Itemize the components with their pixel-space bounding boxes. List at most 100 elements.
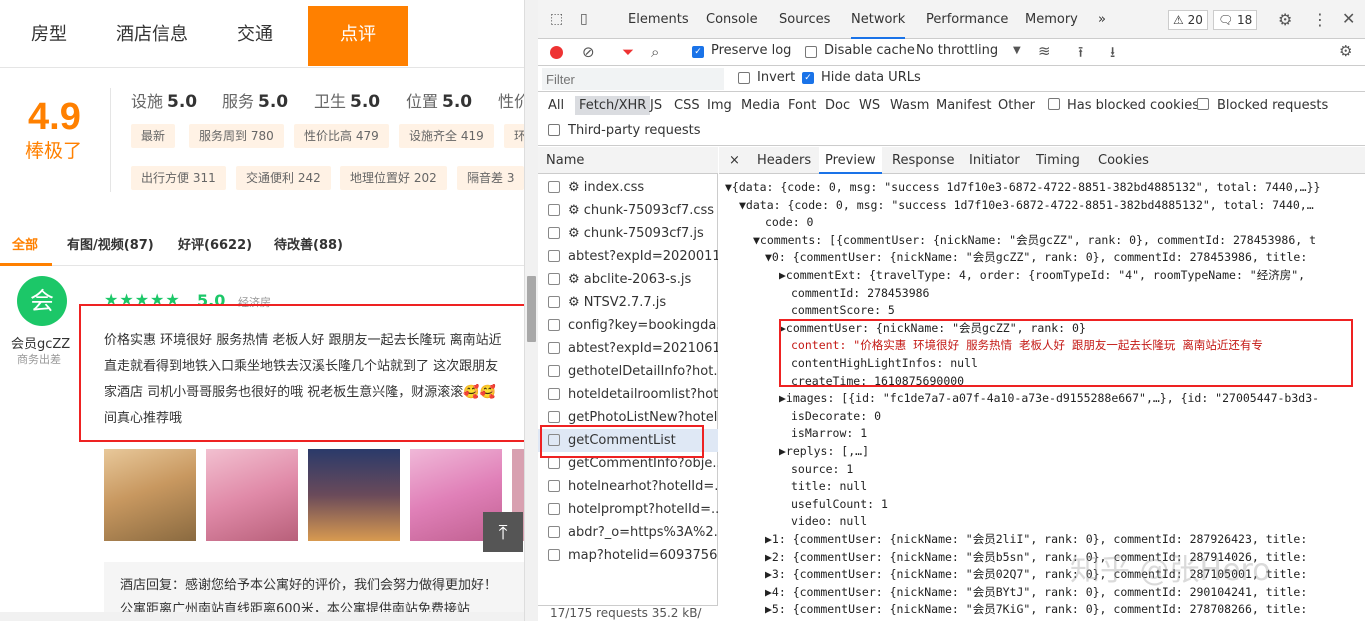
filter-all[interactable]: 全部 xyxy=(12,234,38,253)
type-filter-font[interactable]: Font xyxy=(788,98,816,113)
tab-timing[interactable]: Timing xyxy=(1036,147,1080,174)
blocked-cookies-checkbox[interactable] xyxy=(1048,98,1060,110)
tab-response[interactable]: Response xyxy=(892,147,954,174)
type-filter-js[interactable]: JS xyxy=(650,98,662,113)
network-conditions-icon[interactable]: ≋ xyxy=(1038,42,1051,60)
type-filter-css[interactable]: CSS xyxy=(674,98,700,113)
back-to-top-icon[interactable]: ⤒ xyxy=(483,512,523,552)
filter-input[interactable] xyxy=(542,68,724,90)
tag-chip[interactable]: 最新 xyxy=(131,124,176,148)
json-line[interactable]: ▼data: {code: 0, msg: "success 1d7f10e3-… xyxy=(739,197,1314,215)
review-photo[interactable] xyxy=(206,449,298,541)
filter-funnel-icon[interactable]: ⏷ xyxy=(622,43,634,61)
chevron-down-icon[interactable]: ▼ xyxy=(1013,45,1021,56)
json-line[interactable]: ▼0: {commentUser: {nickName: "会员gcZZ", r… xyxy=(765,249,1307,267)
scrollbar-thumb[interactable] xyxy=(527,276,536,342)
invert-checkbox[interactable] xyxy=(738,72,750,84)
settings-gear-icon[interactable]: ⚙ xyxy=(1278,10,1292,29)
json-line[interactable]: ▼comments: [{commentUser: {nickName: "会员… xyxy=(753,232,1316,250)
tab-reviews[interactable]: 点评 xyxy=(308,6,408,66)
json-line[interactable]: ▶replys: [,…] xyxy=(779,443,869,461)
tag-chip[interactable]: 性价比高 479 xyxy=(294,124,389,148)
type-filter-ws[interactable]: WS xyxy=(859,98,880,113)
record-icon[interactable] xyxy=(550,46,563,59)
filter-photo-video[interactable]: 有图/视频(87) xyxy=(67,234,154,253)
tag-chip[interactable]: 出行方便 311 xyxy=(131,166,226,190)
request-row[interactable]: hotelprompt?hotelId=... xyxy=(538,498,718,521)
type-filter-doc[interactable]: Doc xyxy=(825,98,850,113)
tab-performance[interactable]: Performance xyxy=(926,0,1008,39)
device-toggle-icon[interactable]: ▯ xyxy=(580,11,588,27)
type-filter-all[interactable]: All xyxy=(548,98,564,113)
more-tabs-icon[interactable]: » xyxy=(1098,0,1106,39)
request-row[interactable]: abdr?_o=https%3A%2... xyxy=(538,521,718,544)
request-row[interactable]: hotelnearhot?hotelId=... xyxy=(538,475,718,498)
warnings-badge[interactable]: ⚠ 20 xyxy=(1168,10,1208,30)
tag-chip[interactable]: 设施齐全 419 xyxy=(399,124,494,148)
tab-initiator[interactable]: Initiator xyxy=(969,147,1020,174)
tab-memory[interactable]: Memory xyxy=(1025,0,1078,39)
messages-badge[interactable]: 🗨 18 xyxy=(1213,10,1258,30)
filter-negative[interactable]: 待改善(88) xyxy=(274,234,343,253)
disable-cache-checkbox[interactable] xyxy=(805,46,817,58)
tab-network[interactable]: Network xyxy=(851,0,906,39)
tab-headers[interactable]: Headers xyxy=(757,147,811,174)
import-har-icon[interactable]: ⭱ xyxy=(1078,42,1083,67)
type-filter-media[interactable]: Media xyxy=(741,98,780,113)
tab-elements[interactable]: Elements xyxy=(628,0,689,39)
close-detail-icon[interactable]: × xyxy=(729,147,740,174)
clear-icon[interactable]: ⊘ xyxy=(582,43,595,61)
request-row[interactable]: abtest?expId=2021061... xyxy=(538,337,718,360)
inspect-icon[interactable]: ⬚ xyxy=(550,11,563,27)
request-row[interactable]: ⚙ chunk-75093cf7.css xyxy=(538,199,718,222)
tab-preview[interactable]: Preview xyxy=(819,147,882,174)
type-filter-manifest[interactable]: Manifest xyxy=(936,98,991,113)
type-filter-img[interactable]: Img xyxy=(707,98,732,113)
hide-data-urls-checkbox[interactable] xyxy=(802,72,814,84)
tab-room-types[interactable]: 房型 xyxy=(0,6,98,66)
request-row[interactable]: ⚙ index.css xyxy=(538,176,718,199)
request-row[interactable]: ⚙ chunk-75093cf7.js xyxy=(538,222,718,245)
json-line[interactable]: ▶commentExt: {travelType: 4, order: {roo… xyxy=(779,267,1305,285)
json-line[interactable]: ▶5: {commentUser: {nickName: "会员7KiG", r… xyxy=(765,601,1307,619)
type-filter-wasm[interactable]: Wasm xyxy=(890,98,929,113)
review-photo[interactable] xyxy=(308,449,400,541)
tag-chip[interactable]: 服务周到 780 xyxy=(189,124,284,148)
type-filter-other[interactable]: Other xyxy=(998,98,1035,113)
request-row[interactable]: ⚙ abclite-2063-s.js xyxy=(538,268,718,291)
json-line: video: null xyxy=(791,514,868,529)
page-horizontal-scrollbar[interactable] xyxy=(0,612,524,621)
third-party-checkbox[interactable] xyxy=(548,124,560,136)
request-row[interactable]: hoteldetailroomlist?hot... xyxy=(538,383,718,406)
tab-cookies[interactable]: Cookies xyxy=(1098,147,1149,174)
request-row[interactable]: config?key=bookingda... xyxy=(538,314,718,337)
throttling-select[interactable]: No throttling xyxy=(916,43,998,58)
search-icon[interactable]: ⌕ xyxy=(651,43,659,61)
tag-chip[interactable]: 隔音差 3 xyxy=(457,166,525,190)
request-row[interactable]: ⚙ NTSV2.7.7.js xyxy=(538,291,718,314)
blocked-requests-checkbox[interactable] xyxy=(1197,98,1209,110)
tab-sources[interactable]: Sources xyxy=(779,0,830,39)
request-row[interactable]: map?hotelid=6093756... xyxy=(538,544,718,567)
tag-chip[interactable]: 地理位置好 202 xyxy=(340,166,447,190)
tab-traffic[interactable]: 交通 xyxy=(206,6,304,66)
tab-console[interactable]: Console xyxy=(706,0,758,39)
json-line[interactable]: ▶images: [{id: "fc1de7a7-a07f-4a10-a73e-… xyxy=(779,390,1319,408)
tag-chip[interactable]: 交通便利 242 xyxy=(236,166,331,190)
type-filter-fetch-xhr[interactable]: Fetch/XHR xyxy=(575,96,651,115)
json-line: commentScore: 5 xyxy=(791,303,895,318)
request-row[interactable]: gethotelDetailInfo?hot... xyxy=(538,360,718,383)
preserve-log-checkbox[interactable] xyxy=(692,46,704,58)
json-line[interactable]: ▼{data: {code: 0, msg: "success 1d7f10e3… xyxy=(725,179,1320,197)
page-vertical-scrollbar[interactable] xyxy=(524,0,538,621)
request-row[interactable]: abtest?expId=2020011... xyxy=(538,245,718,268)
json-line: code: 0 xyxy=(765,215,814,230)
export-har-icon[interactable]: ⭳ xyxy=(1110,42,1115,67)
network-settings-icon[interactable]: ⚙ xyxy=(1339,42,1352,60)
review-photo[interactable] xyxy=(104,449,196,541)
name-column-header[interactable]: Name xyxy=(538,147,718,174)
filter-positive[interactable]: 好评(6622) xyxy=(178,234,252,253)
more-options-icon[interactable]: ⋮ xyxy=(1312,10,1328,29)
close-icon[interactable]: ✕ xyxy=(1342,9,1355,28)
tab-hotel-info[interactable]: 酒店信息 xyxy=(98,6,206,66)
